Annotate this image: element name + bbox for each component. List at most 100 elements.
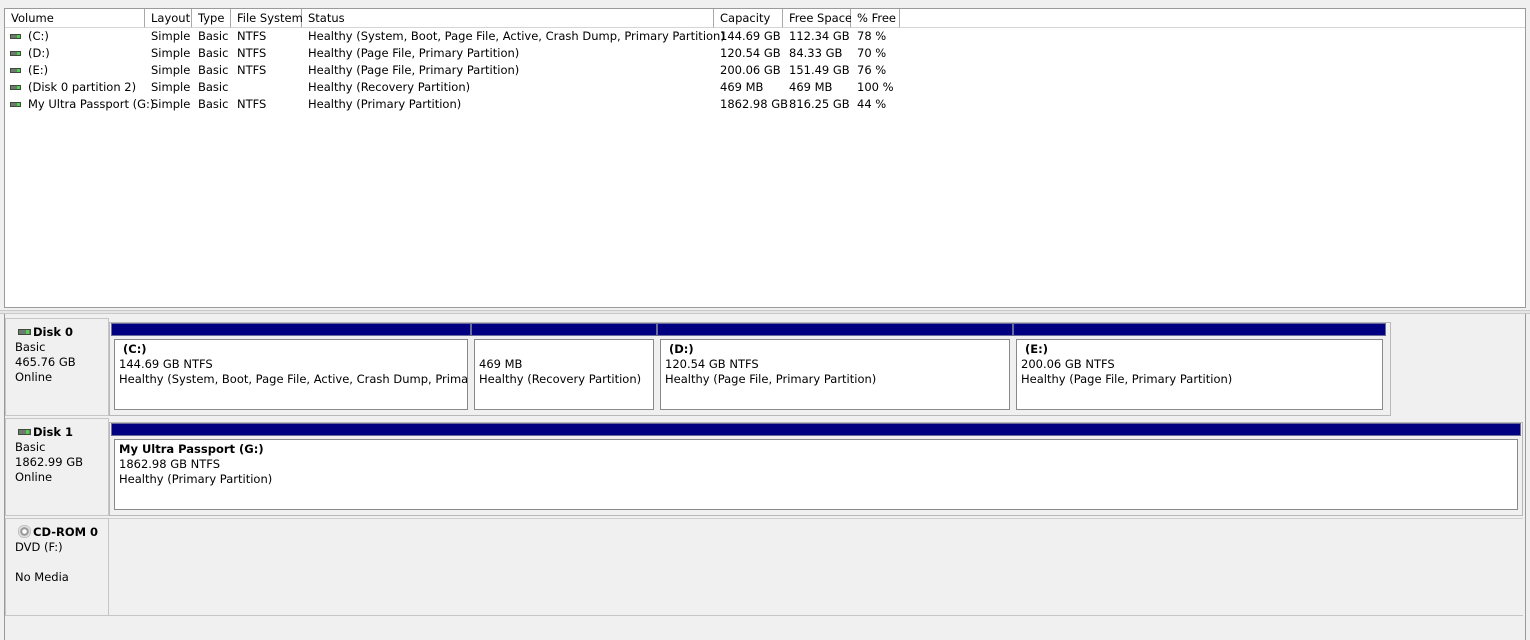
disk-state: Online xyxy=(15,370,53,384)
volume-name: My Ultra Passport (G:) xyxy=(28,97,155,111)
cdrom-name: CD-ROM 0 xyxy=(33,525,99,539)
capacity-cell: 200.06 GB xyxy=(720,63,781,77)
disk-volume-icon xyxy=(10,51,21,56)
disk-type: Basic xyxy=(15,440,46,454)
status-cell: Healthy (Primary Partition) xyxy=(308,97,462,111)
percent-free-cell: 70 % xyxy=(857,46,887,60)
free-space-cell: 469 MB xyxy=(789,80,833,94)
column-header-layout[interactable]: Layout xyxy=(145,9,192,28)
cdrom-0-label[interactable]: CD-ROM 0 DVD (F:) No Media xyxy=(5,518,109,616)
partition-size: 1862.98 GB NTFS xyxy=(119,457,221,471)
volume-name: (E:) xyxy=(28,63,49,77)
disk-graphical-view[interactable]: Disk 0 Basic 465.76 GB Online (C:) 144.6… xyxy=(4,314,1526,640)
partition-g[interactable]: My Ultra Passport (G:) 1862.98 GB NTFS H… xyxy=(111,423,1521,513)
file-system-cell: NTFS xyxy=(237,63,267,77)
hard-disk-icon xyxy=(18,429,31,435)
partition-c[interactable]: (C:) 144.69 GB NTFS Healthy (System, Boo… xyxy=(111,323,471,413)
disk-volume-icon xyxy=(10,85,21,90)
layout-cell: Simple xyxy=(151,80,191,94)
capacity-cell: 469 MB xyxy=(720,80,764,94)
free-space-cell: 84.33 GB xyxy=(789,46,843,60)
disk-size: 1862.99 GB xyxy=(15,455,84,469)
file-system-cell: NTFS xyxy=(237,97,267,111)
partition-bar xyxy=(111,323,471,336)
column-header-free-space[interactable]: Free Space xyxy=(783,9,852,28)
percent-free-cell: 100 % xyxy=(857,80,894,94)
cdrom-0-area xyxy=(109,518,1523,616)
percent-free-cell: 76 % xyxy=(857,63,887,77)
disk-name: Disk 0 xyxy=(33,325,73,339)
column-header-filler xyxy=(900,9,1525,28)
file-system-cell: NTFS xyxy=(237,29,267,43)
partition-status: Healthy (Primary Partition) xyxy=(119,472,273,486)
partition-name: (C:) xyxy=(123,342,147,356)
partition-status: Healthy (Page File, Primary Partition) xyxy=(1021,372,1233,386)
table-row[interactable]: (C:) Simple Basic NTFS Healthy (System, … xyxy=(5,28,1525,45)
disk-size: 465.76 GB xyxy=(15,355,76,369)
cd-rom-icon xyxy=(18,525,31,538)
capacity-cell: 120.54 GB xyxy=(720,46,781,60)
partition-recovery[interactable]: 469 MB Healthy (Recovery Partition) xyxy=(471,323,657,413)
free-space-cell: 112.34 GB xyxy=(789,29,850,43)
table-row[interactable]: (E:) Simple Basic NTFS Healthy (Page Fil… xyxy=(5,62,1525,79)
partition-bar xyxy=(111,423,1521,436)
type-cell: Basic xyxy=(198,29,229,43)
status-cell: Healthy (System, Boot, Page File, Active… xyxy=(308,29,725,43)
cdrom-drive: DVD (F:) xyxy=(15,540,63,554)
cdrom-media: No Media xyxy=(15,570,69,584)
column-header-capacity[interactable]: Capacity xyxy=(714,9,783,28)
free-space-cell: 151.49 GB xyxy=(789,63,850,77)
partition-name: My Ultra Passport (G:) xyxy=(119,442,264,456)
layout-cell: Simple xyxy=(151,29,191,43)
disk-volume-icon xyxy=(10,34,21,39)
partition-name: (D:) xyxy=(669,342,694,356)
column-header-volume[interactable]: Volume xyxy=(5,9,145,28)
table-row[interactable]: My Ultra Passport (G:) Simple Basic NTFS… xyxy=(5,96,1525,113)
percent-free-cell: 44 % xyxy=(857,97,887,111)
type-cell: Basic xyxy=(198,63,229,77)
volume-name: (Disk 0 partition 2) xyxy=(28,80,137,94)
layout-cell: Simple xyxy=(151,63,191,77)
disk-name: Disk 1 xyxy=(33,425,73,439)
column-header-file-system[interactable]: File System xyxy=(231,9,303,28)
partition-e[interactable]: (E:) 200.06 GB NTFS Healthy (Page File, … xyxy=(1013,323,1386,413)
column-header-percent-free[interactable]: % Free xyxy=(851,9,900,28)
capacity-cell: 144.69 GB xyxy=(720,29,781,43)
disk-0-partitions: (C:) 144.69 GB NTFS Healthy (System, Boo… xyxy=(109,322,1391,416)
disk-volume-icon xyxy=(10,68,21,73)
type-cell: Basic xyxy=(198,46,229,60)
volume-name: (D:) xyxy=(28,46,50,60)
column-header-type[interactable]: Type xyxy=(192,9,231,28)
partition-size: 120.54 GB NTFS xyxy=(665,357,759,371)
column-header-status[interactable]: Status xyxy=(302,9,714,28)
table-row[interactable]: (D:) Simple Basic NTFS Healthy (Page Fil… xyxy=(5,45,1525,62)
capacity-cell: 1862.98 GB xyxy=(720,97,789,111)
type-cell: Basic xyxy=(198,80,229,94)
partition-size: 200.06 GB NTFS xyxy=(1021,357,1115,371)
disk-1-label[interactable]: Disk 1 Basic 1862.99 GB Online xyxy=(5,418,109,516)
hard-disk-icon xyxy=(18,329,31,335)
partition-size: 469 MB xyxy=(479,357,523,371)
disk-type: Basic xyxy=(15,340,46,354)
partition-status: Healthy (System, Boot, Page File, Active… xyxy=(119,372,468,386)
type-cell: Basic xyxy=(198,97,229,111)
partition-bar xyxy=(657,323,1013,336)
disk-state: Online xyxy=(15,470,53,484)
partition-d[interactable]: (D:) 120.54 GB NTFS Healthy (Page File, … xyxy=(657,323,1013,413)
partition-status: Healthy (Recovery Partition) xyxy=(479,372,642,386)
disk-1-partitions: My Ultra Passport (G:) 1862.98 GB NTFS H… xyxy=(109,422,1523,516)
disk-0-label[interactable]: Disk 0 Basic 465.76 GB Online xyxy=(5,318,109,416)
file-system-cell: NTFS xyxy=(237,46,267,60)
partition-bar xyxy=(1013,323,1386,336)
table-row[interactable]: (Disk 0 partition 2) Simple Basic Health… xyxy=(5,79,1525,96)
free-space-cell: 816.25 GB xyxy=(789,97,850,111)
percent-free-cell: 78 % xyxy=(857,29,887,43)
layout-cell: Simple xyxy=(151,97,191,111)
volume-name: (C:) xyxy=(28,29,49,43)
layout-cell: Simple xyxy=(151,46,191,60)
volume-list[interactable]: Volume Layout Type File System Status Ca… xyxy=(4,8,1526,308)
status-cell: Healthy (Recovery Partition) xyxy=(308,80,471,94)
status-cell: Healthy (Page File, Primary Partition) xyxy=(308,46,520,60)
partition-status: Healthy (Page File, Primary Partition) xyxy=(665,372,877,386)
